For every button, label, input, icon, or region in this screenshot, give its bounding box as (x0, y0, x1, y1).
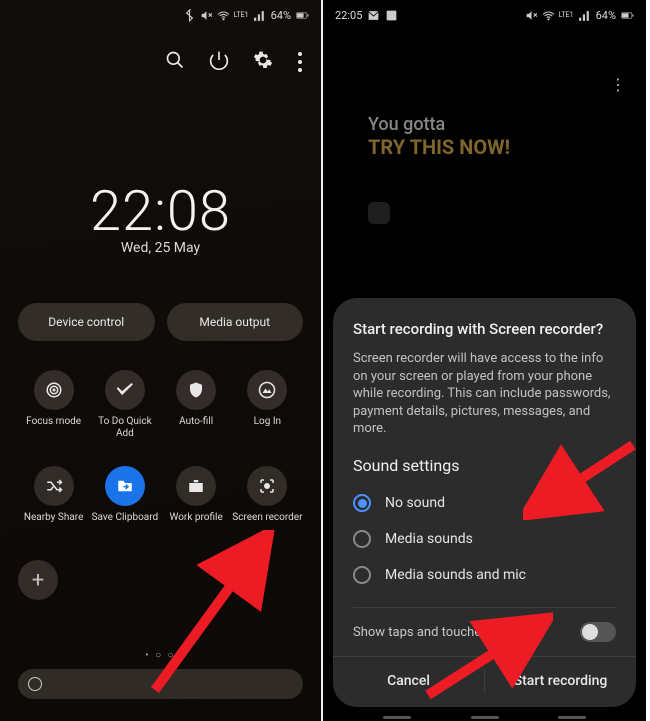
target-icon (45, 381, 63, 399)
device-control-button[interactable]: Device control (18, 303, 155, 341)
check-icon (116, 381, 134, 399)
background-badge-icon (368, 202, 390, 224)
power-icon[interactable] (209, 50, 229, 70)
wifi-icon (542, 9, 555, 22)
more-icon[interactable] (297, 50, 303, 70)
more-icon[interactable]: ⋮ (610, 75, 626, 94)
radio-button-icon (353, 566, 371, 584)
quick-panel-top-actions (165, 50, 303, 70)
dialog-description: Screen recorder will have access to the … (353, 350, 616, 438)
dialog-button-row: Cancel Start recording (333, 656, 636, 693)
status-time: 22:05 (335, 9, 362, 22)
radio-button-icon (353, 530, 371, 548)
nav-recents[interactable] (383, 716, 411, 719)
tile-save-clipboard[interactable]: Save Clipboard (89, 466, 160, 536)
status-bar: 22:05 LTE1 64% (323, 0, 646, 30)
media-output-button[interactable]: Media output (167, 303, 304, 341)
background-hero-text: You gotta TRY THIS NOW! (368, 115, 510, 159)
tile-todo-quick-add[interactable]: To Do Quick Add (89, 370, 160, 440)
search-icon[interactable] (165, 50, 185, 70)
add-tile-button[interactable]: + (18, 560, 58, 600)
tile-label: Log In (254, 416, 281, 440)
tile-label: Auto-fill (179, 416, 213, 440)
mute-icon (200, 9, 213, 22)
network-label: LTE1 (234, 12, 249, 19)
phone-screen-dialog: 22:05 LTE1 64% ⋮ You gotta TRY THIS NOW!… (323, 0, 646, 721)
tile-label: Work profile (170, 512, 223, 536)
tile-label: Focus mode (26, 416, 81, 440)
network-label: LTE1 (559, 12, 574, 19)
quick-panel-pill-row: Device control Media output (18, 303, 303, 341)
nav-back[interactable] (558, 716, 586, 719)
dialog-title: Start recording with Screen recorder? (353, 320, 616, 338)
battery-icon (621, 9, 634, 22)
radio-label: No sound (385, 495, 445, 511)
show-taps-label: Show taps and touches (353, 625, 488, 640)
start-recording-button[interactable]: Start recording (484, 669, 636, 693)
wifi-icon (217, 9, 230, 22)
sound-radio-group: No sound Media sounds Media sounds and m… (353, 485, 616, 593)
radio-media-sounds[interactable]: Media sounds (353, 521, 616, 557)
tile-label: To Do Quick Add (89, 416, 160, 440)
tile-autofill[interactable]: Auto-fill (161, 370, 232, 440)
radio-label: Media sounds and mic (385, 567, 526, 583)
android-nav-bar (323, 716, 646, 719)
clock-time: 22:08 (0, 178, 321, 244)
sound-settings-heading: Sound settings (353, 456, 616, 475)
record-icon (258, 477, 276, 495)
tile-label: Screen recorder (232, 512, 302, 536)
tile-focus-mode[interactable]: Focus mode (18, 370, 89, 440)
screen-recorder-dialog: Start recording with Screen recorder? Sc… (333, 298, 636, 707)
battery-percent: 64% (596, 9, 616, 22)
radio-button-icon (353, 494, 371, 512)
tile-work-profile[interactable]: Work profile (161, 466, 232, 536)
tile-label: Nearby Share (24, 512, 84, 536)
app-notif-icon (367, 9, 380, 22)
clock: 22:08 Wed, 25 May (0, 178, 321, 256)
tile-nearby-share[interactable]: Nearby Share (18, 466, 89, 536)
tile-label: Save Clipboard (92, 512, 159, 536)
status-bar: LTE1 64% (0, 0, 321, 30)
shield-icon (187, 381, 205, 399)
briefcase-icon (187, 477, 205, 495)
tile-screen-recorder[interactable]: Screen recorder (232, 466, 303, 536)
cancel-button[interactable]: Cancel (333, 669, 484, 693)
quick-tiles-grid: Focus mode To Do Quick Add Auto-fill Log… (18, 370, 303, 536)
brightness-icon (28, 677, 42, 691)
image-notif-icon (385, 9, 398, 22)
mountain-icon (258, 381, 276, 399)
dim-overlay (0, 0, 321, 721)
radio-media-and-mic[interactable]: Media sounds and mic (353, 557, 616, 593)
tile-login[interactable]: Log In (232, 370, 303, 440)
radio-no-sound[interactable]: No sound (353, 485, 616, 521)
folder-icon (116, 477, 134, 495)
gear-icon[interactable] (253, 50, 273, 70)
clock-date: Wed, 25 May (0, 240, 321, 256)
toggle-switch[interactable] (580, 622, 616, 642)
battery-icon (296, 9, 309, 22)
show-taps-row[interactable]: Show taps and touches (353, 607, 616, 656)
page-indicator: • ○ ○ (0, 650, 321, 661)
brightness-slider[interactable] (18, 669, 303, 699)
radio-label: Media sounds (385, 531, 473, 547)
battery-percent: 64% (271, 9, 291, 22)
nav-home[interactable] (471, 716, 499, 719)
signal-icon (253, 9, 266, 22)
mute-icon (525, 9, 538, 22)
shuffle-icon (45, 477, 63, 495)
signal-icon (578, 9, 591, 22)
phone-screen-quick-settings: LTE1 64% 22:08 Wed, 25 May Device contro… (0, 0, 323, 721)
bluetooth-off-icon (183, 9, 196, 22)
